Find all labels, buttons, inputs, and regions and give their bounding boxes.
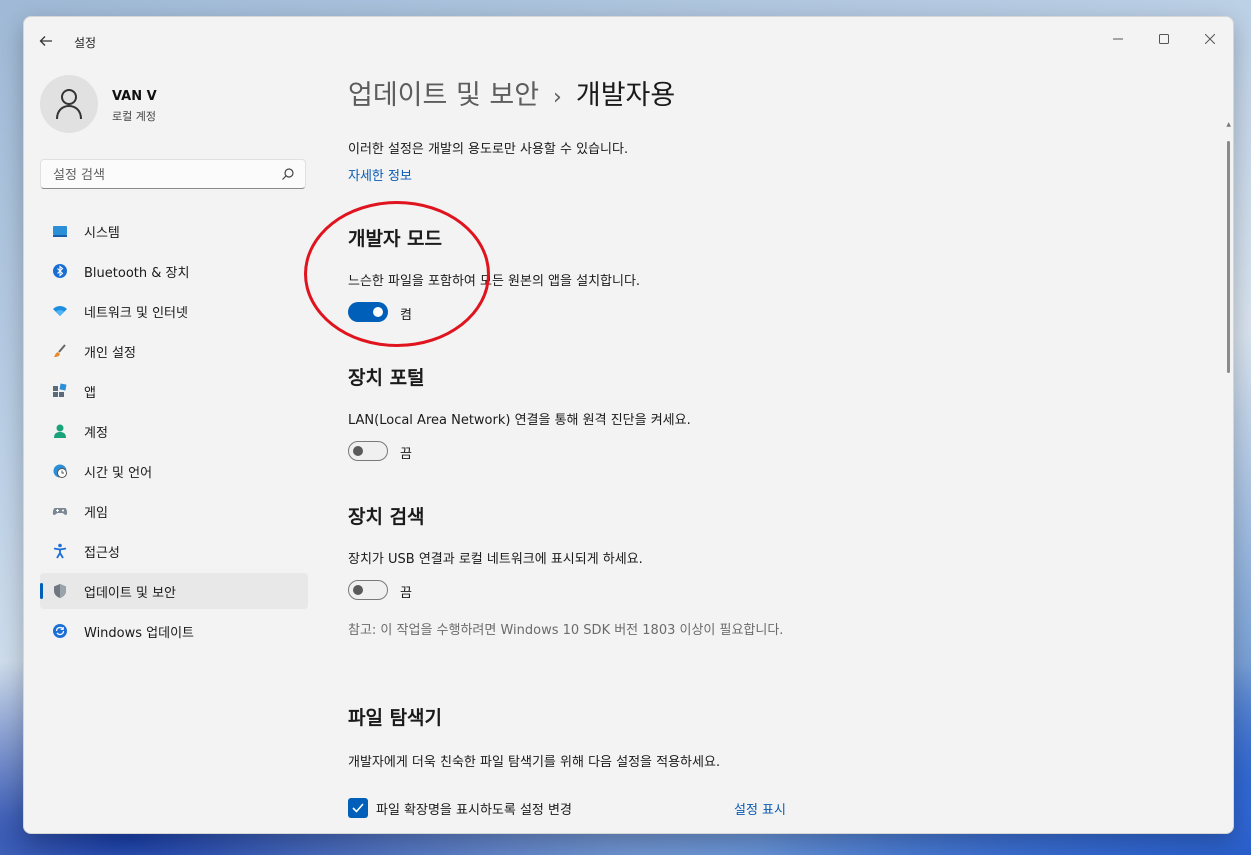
device-discovery-toggle[interactable] [348, 580, 388, 600]
sidebar-item-label: Bluetooth & 장치 [84, 266, 190, 281]
device-discovery-description: 장치가 USB 연결과 로컬 네트워크에 표시되게 하세요. [348, 552, 643, 567]
toggle-knob [353, 446, 363, 456]
sidebar-nav: 시스템 Bluetooth & 장치 네트워크 및 인터넷 개인 설정 앱 계정… [40, 213, 308, 653]
sidebar-item-label: 개인 설정 [84, 346, 136, 361]
sidebar-item-windows-update[interactable]: Windows 업데이트 [40, 613, 308, 649]
sidebar-item-accessibility[interactable]: 접근성 [40, 533, 308, 569]
person-icon [54, 424, 66, 438]
file-explorer-heading: 파일 탐색기 [348, 707, 443, 729]
sidebar-item-label: 게임 [84, 506, 108, 521]
sidebar-item-system[interactable]: 시스템 [40, 213, 308, 249]
breadcrumb: 업데이트 및 보안 › 개발자용 [348, 73, 675, 112]
avatar [40, 75, 98, 133]
sidebar-item-network[interactable]: 네트워크 및 인터넷 [40, 293, 308, 329]
sidebar-item-label: Windows 업데이트 [84, 626, 195, 641]
globe-clock-icon [53, 464, 67, 478]
app-title: 설정 [74, 36, 97, 50]
sidebar-item-personalization[interactable]: 개인 설정 [40, 333, 308, 369]
sidebar-item-label: 네트워크 및 인터넷 [84, 306, 188, 321]
sidebar-item-bluetooth[interactable]: Bluetooth & 장치 [40, 253, 308, 289]
accessibility-icon [53, 543, 67, 559]
intro-text: 이러한 설정은 개발의 용도로만 사용할 수 있습니다. [348, 142, 629, 157]
sidebar-item-gaming[interactable]: 게임 [40, 493, 308, 529]
device-portal-heading: 장치 포털 [348, 367, 425, 389]
search-icon[interactable] [281, 167, 295, 181]
sidebar-item-label: 계정 [84, 426, 108, 441]
wifi-icon [53, 306, 67, 316]
scroll-up-arrow[interactable]: ▲ [1226, 121, 1231, 128]
toggle-knob [353, 585, 363, 595]
sidebar-item-label: 업데이트 및 보안 [84, 586, 176, 601]
breadcrumb-parent[interactable]: 업데이트 및 보안 [348, 80, 539, 111]
learn-more-link[interactable]: 자세한 정보 [348, 165, 412, 184]
developer-mode-state: 켬 [400, 308, 412, 323]
gamepad-icon [52, 508, 68, 515]
bluetooth-icon [53, 264, 67, 278]
breadcrumb-separator: › [553, 85, 562, 110]
back-arrow-icon [39, 36, 52, 46]
apps-icon [53, 383, 67, 397]
main-content: 업데이트 및 보안 › 개발자용 이러한 설정은 개발의 용도로만 사용할 수 있습… [304, 17, 1218, 833]
device-discovery-heading: 장치 검색 [348, 506, 425, 528]
user-name: VAN V [112, 89, 157, 104]
device-portal-toggle[interactable] [348, 441, 388, 461]
developer-mode-description: 느슨한 파일을 포함하여 모든 원본의 앱을 설치합니다. [348, 274, 641, 289]
account-type: 로컬 계정 [112, 110, 156, 123]
sync-icon [53, 624, 67, 638]
sdk-requirement-note: 참고: 이 작업을 수행하려면 Windows 10 SDK 버전 1803 이… [348, 623, 784, 638]
sidebar-item-apps[interactable]: 앱 [40, 373, 308, 409]
brush-icon [54, 344, 66, 357]
page-title: 개발자용 [575, 80, 676, 111]
toggle-knob [373, 307, 383, 317]
settings-window: 설정 VAN V 로컬 계정 시스템 Bluetoot [23, 16, 1234, 834]
developer-mode-toggle[interactable] [348, 302, 388, 322]
checkmark-icon [352, 803, 364, 813]
show-extensions-label[interactable]: 파일 확장명을 표시하도록 설정 변경 [376, 799, 572, 818]
sidebar-item-label: 앱 [84, 386, 96, 401]
person-avatar-icon [56, 89, 82, 120]
sidebar-item-time-language[interactable]: 시간 및 언어 [40, 453, 308, 489]
device-portal-description: LAN(Local Area Network) 연결을 통해 원격 진단을 켜세… [348, 413, 691, 428]
file-explorer-description: 개발자에게 더욱 친숙한 파일 탐색기를 위해 다음 설정을 적용하세요. [348, 755, 721, 770]
sidebar-item-accounts[interactable]: 계정 [40, 413, 308, 449]
shield-icon [54, 584, 66, 598]
sidebar-item-label: 접근성 [84, 546, 120, 561]
settings-search-box[interactable] [40, 159, 306, 189]
sidebar-item-label: 시스템 [84, 226, 120, 241]
sidebar-item-label: 시간 및 언어 [84, 466, 153, 481]
show-extensions-checkbox[interactable] [348, 798, 368, 818]
monitor-icon [53, 226, 67, 237]
show-settings-link[interactable]: 설정 표시 [734, 799, 786, 818]
device-portal-state: 끔 [400, 447, 412, 462]
device-discovery-state: 끔 [400, 586, 412, 601]
sidebar-item-update-security[interactable]: 업데이트 및 보안 [40, 573, 308, 609]
search-input[interactable] [51, 165, 275, 185]
back-button[interactable] [36, 33, 56, 53]
scrollbar[interactable] [1227, 141, 1230, 373]
developer-mode-heading: 개발자 모드 [348, 228, 443, 250]
